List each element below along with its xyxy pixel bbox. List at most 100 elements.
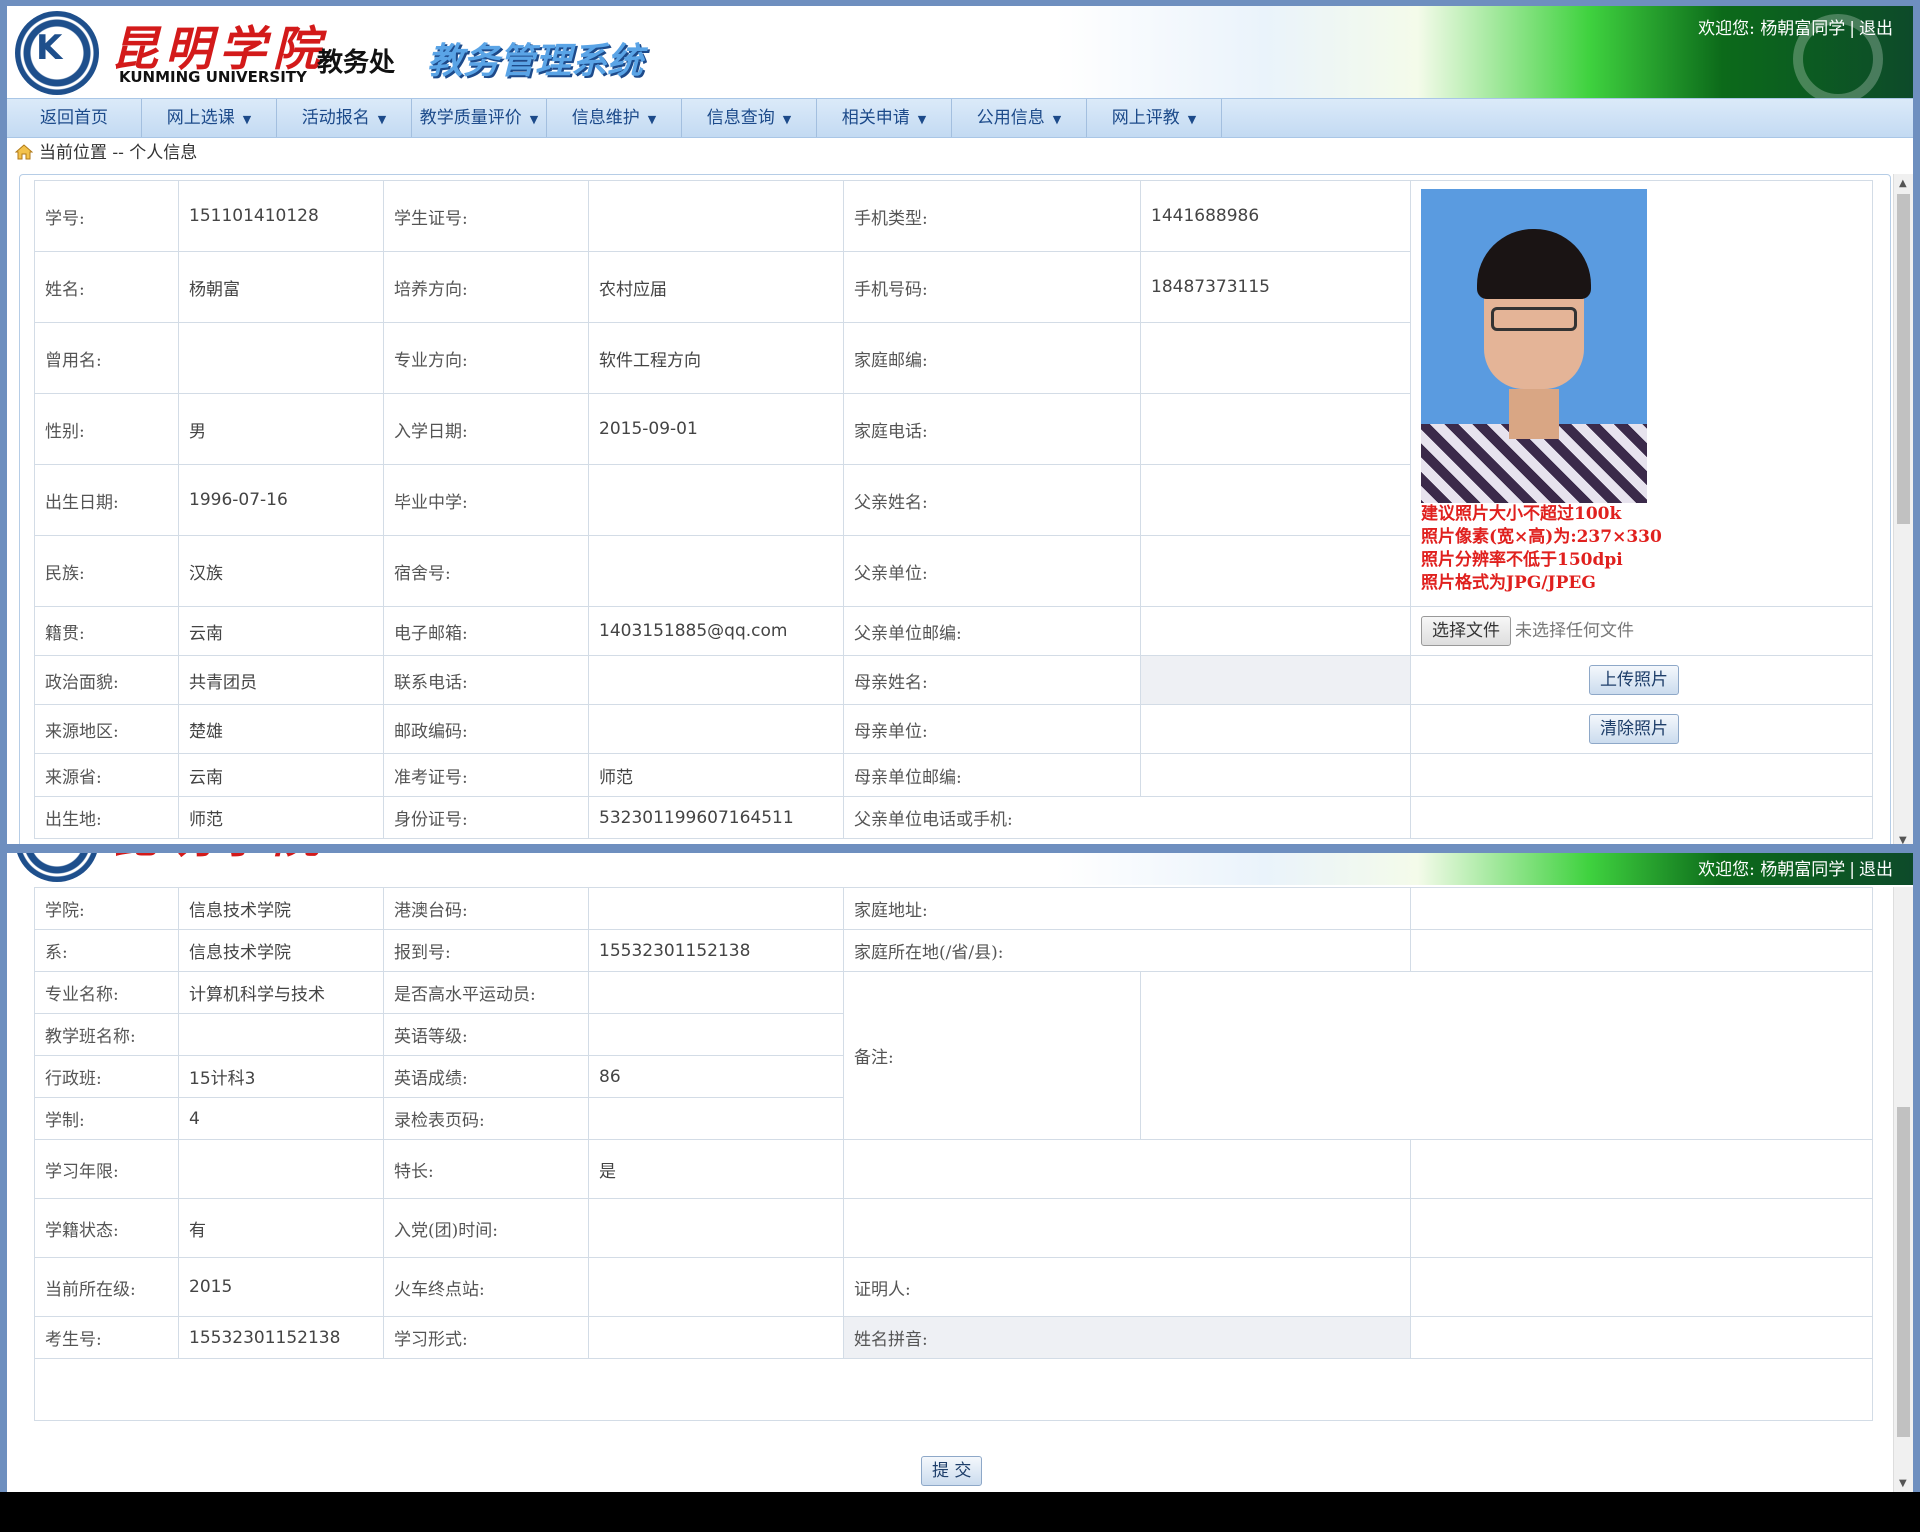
field-value[interactable]: 532301199607164511 — [588, 796, 844, 839]
user-name: 杨朝富同学 — [1760, 860, 1846, 880]
field-value[interactable] — [1410, 887, 1874, 930]
field-value[interactable] — [588, 1097, 844, 1140]
scrollbar-top[interactable]: ▲ ▼ — [1893, 174, 1913, 844]
logout-link[interactable]: 退出 — [1859, 860, 1893, 880]
nav-info-query[interactable]: 信息查询 ▼ — [682, 99, 817, 137]
nav-applications[interactable]: 相关申请 ▼ — [817, 99, 952, 137]
scroll-up-icon[interactable]: ▲ — [1899, 178, 1907, 189]
field-value[interactable]: 软件工程方向 — [588, 322, 844, 394]
field-label: 学习年限: — [34, 1139, 179, 1199]
logout-link[interactable]: 退出 — [1859, 19, 1893, 39]
field-value[interactable] — [1140, 535, 1411, 607]
scroll-thumb[interactable] — [1897, 194, 1910, 524]
field-value[interactable]: 2015 — [178, 1257, 384, 1317]
nav-label: 网上选课 — [166, 108, 235, 128]
submit-button[interactable]: 提 交 — [921, 1456, 983, 1486]
field-value[interactable] — [1410, 1139, 1874, 1199]
nav-online-evaluation[interactable]: 网上评教 ▼ — [1087, 99, 1222, 137]
field-value[interactable]: 1441688986 — [1140, 180, 1411, 252]
submit-area: 提 交 — [921, 1456, 983, 1486]
field-value[interactable]: 15计科3 — [178, 1055, 384, 1098]
field-value[interactable] — [1140, 753, 1411, 797]
field-value[interactable] — [588, 655, 844, 705]
field-value[interactable]: 云南 — [178, 606, 384, 656]
field-value[interactable]: 共青团员 — [178, 655, 384, 705]
site-header-partial: 昆明学院 欢迎您: 杨朝富同学|退出 — [7, 853, 1913, 885]
field-value[interactable] — [588, 1198, 844, 1258]
caret-down-icon: ▼ — [782, 113, 792, 126]
field-value[interactable] — [178, 322, 384, 394]
nav-teaching-evaluation[interactable]: 教学质量评价 ▼ — [412, 99, 547, 137]
field-value[interactable] — [1410, 1198, 1874, 1258]
table-row: 来源省: 云南 准考证号: 师范 母亲单位邮编: — [34, 753, 1873, 797]
field-value[interactable] — [588, 887, 844, 930]
breadcrumb: 当前位置 -- 个人信息 — [15, 140, 197, 166]
upload-photo-button[interactable]: 上传照片 — [1589, 665, 1679, 695]
field-value[interactable] — [1140, 393, 1411, 465]
field-value[interactable] — [1140, 606, 1411, 656]
field-value[interactable] — [842, 1198, 1412, 1258]
field-label: 父亲单位: — [843, 535, 1141, 607]
field-value[interactable]: 师范 — [588, 753, 844, 797]
field-value[interactable]: 汉族 — [178, 535, 384, 607]
field-label: 教学班名称: — [34, 1013, 179, 1056]
field-value[interactable] — [588, 1316, 844, 1359]
field-value[interactable]: 2015-09-01 — [588, 393, 844, 465]
field-value[interactable]: 151101410128 — [178, 180, 384, 252]
field-value[interactable] — [588, 971, 844, 1014]
nav-activity-signup[interactable]: 活动报名 ▼ — [277, 99, 412, 137]
field-value[interactable] — [1410, 929, 1874, 972]
field-value[interactable]: 是 — [588, 1139, 844, 1199]
field-value[interactable] — [588, 464, 844, 536]
field-value[interactable] — [1410, 1316, 1874, 1359]
field-value[interactable]: 楚雄 — [178, 704, 384, 754]
field-value[interactable]: 农村应届 — [588, 251, 844, 323]
field-value[interactable] — [1410, 1257, 1874, 1317]
scrollbar-bottom[interactable]: ▼ — [1893, 887, 1913, 1492]
field-value[interactable]: 信息技术学院 — [178, 887, 384, 930]
field-value[interactable] — [1140, 655, 1411, 705]
field-value[interactable]: 86 — [588, 1055, 844, 1098]
field-value[interactable]: 云南 — [178, 753, 384, 797]
field-value[interactable]: 计算机科学与技术 — [178, 971, 384, 1014]
field-value[interactable]: 18487373115 — [1140, 251, 1411, 323]
field-value[interactable] — [588, 704, 844, 754]
field-value[interactable] — [842, 1139, 1412, 1199]
field-value[interactable] — [588, 180, 844, 252]
empty-cell — [1410, 796, 1873, 839]
field-value[interactable]: 15532301152138 — [178, 1316, 384, 1359]
field-value[interactable] — [1140, 322, 1411, 394]
field-value[interactable]: 师范 — [178, 796, 384, 839]
field-label: 姓名: — [34, 251, 179, 323]
field-value[interactable] — [1140, 704, 1411, 754]
photo-hint: 建议照片大小不超过100k — [1421, 504, 1622, 524]
scroll-thumb[interactable] — [1897, 1107, 1910, 1437]
nav-course-selection[interactable]: 网上选课 ▼ — [142, 99, 277, 137]
field-value[interactable]: 杨朝富 — [178, 251, 384, 323]
clear-photo-button[interactable]: 清除照片 — [1589, 714, 1679, 744]
field-label: 报到号: — [383, 929, 589, 972]
scroll-down-icon[interactable]: ▼ — [1899, 1478, 1907, 1489]
field-value[interactable] — [588, 535, 844, 607]
nav-home[interactable]: 返回首页 — [7, 99, 142, 137]
field-value[interactable]: 男 — [178, 393, 384, 465]
scroll-down-icon[interactable]: ▼ — [1899, 835, 1907, 844]
table-row: 政治面貌: 共青团员 联系电话: 母亲姓名: 上传照片 — [34, 655, 1873, 705]
field-value[interactable] — [178, 1139, 384, 1199]
field-value[interactable] — [1139, 971, 1874, 1140]
field-value[interactable]: 1996-07-16 — [178, 464, 384, 536]
field-value[interactable]: 15532301152138 — [588, 929, 844, 972]
field-value[interactable]: 有 — [178, 1198, 384, 1258]
field-value[interactable] — [588, 1013, 844, 1056]
field-label: 家庭电话: — [843, 393, 1141, 465]
nav-public-info[interactable]: 公用信息 ▼ — [952, 99, 1087, 137]
field-value[interactable]: 4 — [178, 1097, 384, 1140]
choose-file-button[interactable]: 选择文件 — [1421, 616, 1511, 646]
field-value[interactable] — [178, 1013, 384, 1056]
field-value[interactable] — [588, 1257, 844, 1317]
field-value[interactable] — [1140, 464, 1411, 536]
field-value[interactable]: 信息技术学院 — [178, 929, 384, 972]
field-value[interactable]: 1403151885@qq.com — [588, 606, 844, 656]
field-label: 父亲姓名: — [843, 464, 1141, 536]
nav-info-maintenance[interactable]: 信息维护 ▼ — [547, 99, 682, 137]
